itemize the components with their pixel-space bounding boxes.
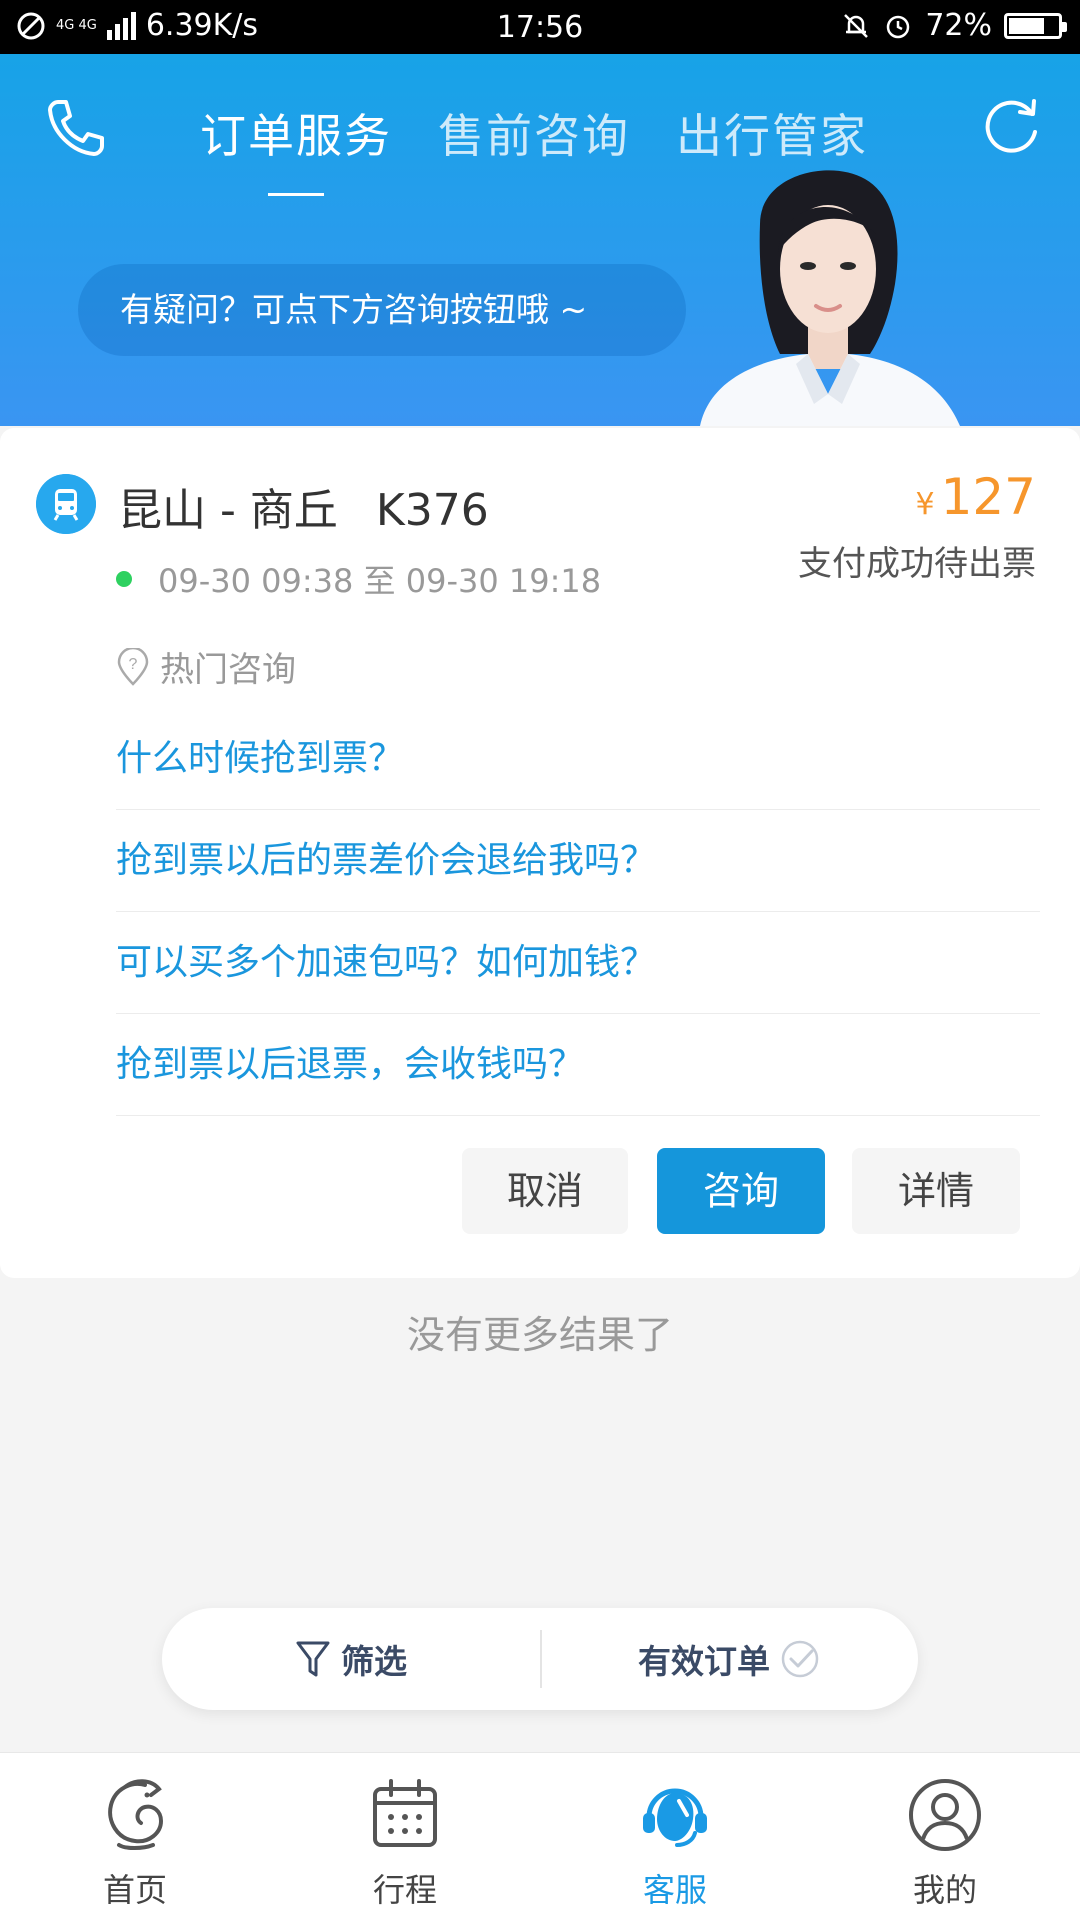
- faq-item[interactable]: 可以买多个加速包吗？如何加钱？: [116, 912, 1040, 1014]
- route-stations: 昆山 - 商丘: [118, 485, 338, 536]
- nav-item-profile[interactable]: 我的: [810, 1753, 1080, 1920]
- nav-label: 我的: [912, 1871, 977, 1909]
- price-value: 127: [940, 468, 1036, 526]
- filter-icon: [296, 1641, 330, 1677]
- faq-item[interactable]: 抢到票以后的票差价会退给我吗？: [116, 810, 1040, 912]
- nav-label: 行程: [372, 1871, 437, 1909]
- route-title: 昆山 - 商丘 K376: [118, 474, 489, 538]
- filter-bar: 筛选 有效订单: [162, 1608, 918, 1710]
- question-location-icon: ?: [117, 647, 149, 686]
- hint-bubble: 有疑问？可点下方咨询按钮哦 ~: [78, 264, 686, 356]
- faq-item[interactable]: 抢到票以后退票，会收钱吗？: [116, 1014, 1040, 1116]
- nav-item-itinerary[interactable]: 行程: [270, 1753, 540, 1920]
- filter-label: 筛选: [341, 1642, 407, 1681]
- faq-list: 什么时候抢到票？ 抢到票以后的票差价会退给我吗？ 可以买多个加速包吗？如何加钱？…: [116, 708, 1040, 1116]
- time-range: 09-30 09:38 至 09-30 19:18: [158, 562, 602, 600]
- profile-icon: [909, 1779, 981, 1851]
- nav-label: 客服: [642, 1871, 707, 1909]
- order-price: ¥127: [915, 468, 1036, 526]
- battery-percent: 72%: [925, 8, 992, 43]
- phone-icon[interactable]: [40, 94, 110, 164]
- bell-muted-icon: [844, 13, 869, 38]
- train-number: K376: [375, 485, 489, 536]
- check-circle-icon: [781, 1640, 819, 1678]
- battery-icon: [1004, 12, 1067, 39]
- hot-consult-label: ? 热门咨询: [116, 642, 296, 691]
- calendar-icon: [373, 1779, 437, 1847]
- detail-button[interactable]: 详情: [852, 1148, 1020, 1234]
- home-icon: [108, 1779, 164, 1850]
- time-range-row: 09-30 09:38 至 09-30 19:18: [116, 556, 601, 602]
- nav-label: 首页: [102, 1871, 167, 1909]
- header: 订单服务 售前咨询 出行管家 有疑问？可点下方咨询按钮哦 ~: [0, 54, 1080, 426]
- refresh-icon[interactable]: [976, 92, 1046, 162]
- nav-item-home[interactable]: 首页: [0, 1753, 270, 1920]
- order-card[interactable]: 昆山 - 商丘 K376 ¥127 支付成功待出票 09-30 09:38 至 …: [0, 428, 1080, 1278]
- train-icon: [36, 474, 96, 534]
- filter-button[interactable]: 筛选: [162, 1608, 540, 1710]
- svg-text:?: ?: [129, 656, 138, 673]
- valid-orders-label: 有效订单: [638, 1642, 770, 1681]
- order-status: 支付成功待出票: [798, 544, 1036, 584]
- valid-orders-toggle[interactable]: 有效订单: [540, 1608, 918, 1710]
- status-dot: [116, 571, 132, 587]
- customer-service-agent-illustration: [700, 170, 960, 426]
- customer-service-icon: [643, 1788, 707, 1847]
- faq-item[interactable]: 什么时候抢到票？: [116, 708, 1040, 810]
- tab-presale-consult[interactable]: 售前咨询: [438, 100, 630, 196]
- currency-symbol: ¥: [915, 487, 935, 522]
- bottom-nav: 首页 行程 客服 我的: [0, 1752, 1080, 1920]
- hot-consult-text: 热门咨询: [160, 650, 296, 690]
- status-bar: 4G 4G 6.39K/s 17:56 72%: [0, 0, 1080, 54]
- consult-button[interactable]: 咨询: [657, 1148, 825, 1234]
- cancel-button[interactable]: 取消: [462, 1148, 628, 1234]
- nav-item-customer-service[interactable]: 客服: [540, 1753, 810, 1920]
- alarm-icon: [887, 15, 910, 38]
- tab-order-service[interactable]: 订单服务: [200, 100, 392, 196]
- no-more-results: 没有更多结果了: [406, 1313, 673, 1357]
